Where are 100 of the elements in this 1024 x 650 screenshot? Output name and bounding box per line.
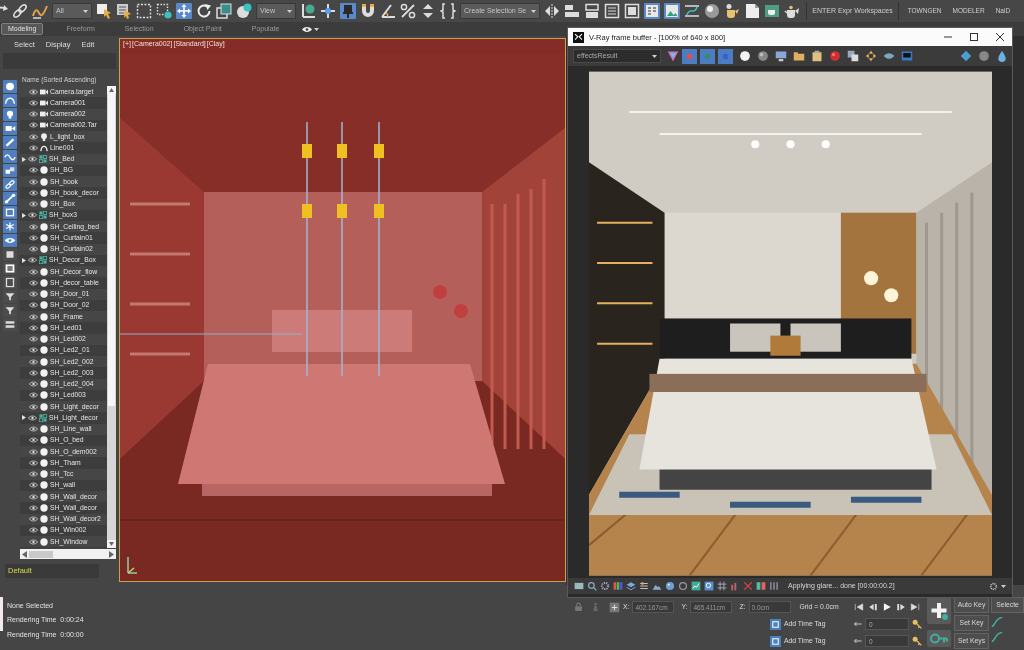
magnet-icon[interactable] — [360, 3, 376, 19]
eye-icon[interactable] — [29, 471, 38, 478]
percent-icon[interactable] — [400, 3, 416, 19]
screen-icon[interactable] — [901, 50, 913, 62]
expand-arrow-icon[interactable] — [22, 156, 26, 162]
clipboard-icon[interactable] — [811, 50, 823, 62]
cross-icon[interactable] — [743, 581, 753, 591]
plus-icon[interactable] — [927, 597, 951, 624]
list-cursor-icon[interactable] — [116, 3, 132, 19]
curve-icon[interactable] — [991, 631, 1003, 643]
overlapping-squares-icon[interactable] — [847, 50, 859, 62]
eye-icon[interactable] — [29, 144, 38, 151]
eye-icon[interactable] — [29, 347, 38, 354]
bone-icon[interactable] — [3, 192, 17, 205]
eye-icon[interactable] — [29, 122, 38, 129]
eye-icon[interactable] — [29, 336, 38, 343]
arch-icon[interactable] — [3, 94, 17, 107]
key-icon[interactable] — [912, 636, 922, 646]
monitor-icon[interactable] — [775, 50, 787, 62]
sphere-icon[interactable] — [829, 50, 841, 62]
screen-icon[interactable] — [574, 581, 584, 591]
eye-icon[interactable] — [29, 392, 38, 399]
eye-icon[interactable] — [29, 448, 38, 455]
eye-icon[interactable] — [29, 268, 38, 275]
layers-icon[interactable] — [626, 581, 636, 591]
channel-toggle-icon[interactable] — [718, 48, 733, 64]
eye-icon[interactable] — [29, 223, 38, 230]
eye-icon[interactable] — [29, 167, 38, 174]
window-icon[interactable] — [624, 3, 641, 19]
scroll-right-icon[interactable] — [109, 550, 114, 558]
eye-icon[interactable] — [29, 279, 38, 286]
channel-toggle-icon[interactable] — [682, 48, 697, 64]
window-icon[interactable] — [3, 262, 17, 275]
cursor-square-icon[interactable] — [96, 3, 112, 19]
slash-icon[interactable] — [3, 136, 17, 149]
spheres-icon[interactable] — [236, 3, 252, 19]
sliders-icon[interactable] — [639, 581, 649, 591]
step-back-icon[interactable] — [868, 602, 878, 612]
pin-icon[interactable] — [340, 3, 356, 19]
eye-icon[interactable] — [28, 414, 37, 421]
eye-icon[interactable] — [29, 111, 38, 118]
list-window-icon[interactable] — [604, 3, 621, 19]
squares-icon[interactable] — [3, 164, 17, 177]
skip-end-icon[interactable] — [910, 602, 920, 612]
list-panel-icon[interactable] — [644, 3, 661, 19]
sphere-icon[interactable] — [704, 3, 721, 19]
eye-icon[interactable] — [29, 133, 38, 140]
crossed-arrows-icon[interactable] — [865, 50, 877, 62]
droplet-icon[interactable] — [996, 50, 1008, 62]
eye-icon[interactable] — [29, 437, 38, 444]
color-bars-icon[interactable] — [613, 581, 623, 591]
eye-icon[interactable] — [29, 538, 38, 545]
chart-icon[interactable] — [691, 581, 701, 591]
eye-icon[interactable] — [29, 178, 38, 185]
channel-toggle-icon[interactable] — [700, 48, 715, 64]
square-tile-icon[interactable] — [770, 618, 781, 630]
ring-icon[interactable] — [678, 581, 688, 591]
eye-icon[interactable] — [29, 246, 38, 253]
dotted-ring-icon[interactable] — [989, 581, 998, 591]
eye-icon[interactable] — [28, 156, 37, 163]
eye-icon[interactable] — [29, 88, 38, 95]
maximize-icon[interactable] — [970, 33, 978, 41]
squiggle-icon[interactable] — [32, 3, 48, 19]
wave-icon[interactable] — [3, 150, 17, 163]
corner-dot-icon[interactable] — [300, 3, 316, 19]
rotate-icon[interactable] — [196, 3, 212, 19]
stacked-panels-icon[interactable] — [584, 3, 601, 19]
teapot-icon[interactable] — [784, 3, 801, 19]
play-icon[interactable] — [882, 602, 892, 612]
horizontal-scrollbar[interactable] — [20, 549, 116, 559]
eye-icon[interactable] — [29, 189, 38, 196]
eye-icon[interactable] — [3, 234, 17, 247]
bulb-icon[interactable] — [3, 108, 17, 121]
teapot-icon[interactable] — [724, 3, 741, 19]
scrollbar-thumb[interactable] — [29, 550, 53, 558]
expand-arrow-icon[interactable] — [22, 415, 26, 421]
squares-icon[interactable] — [216, 3, 232, 19]
align-icon[interactable] — [564, 3, 581, 19]
link-icon[interactable] — [3, 178, 17, 191]
dotted-square-icon[interactable] — [156, 3, 172, 19]
vertical-scrollbar[interactable] — [107, 86, 116, 548]
teapot-image-icon[interactable] — [764, 3, 781, 19]
eye-icon[interactable] — [29, 493, 38, 500]
eye-icon[interactable] — [29, 381, 38, 388]
sheet-icon[interactable] — [744, 3, 761, 19]
lens-icon[interactable] — [883, 50, 895, 62]
arrow-left-icon[interactable] — [854, 637, 862, 645]
eye-icon[interactable] — [29, 516, 38, 523]
eye-icon[interactable] — [29, 527, 38, 534]
key-icon[interactable] — [912, 619, 922, 629]
two-bars-icon[interactable] — [756, 581, 766, 591]
scroll-up-icon[interactable] — [107, 86, 116, 94]
eye-icon[interactable] — [29, 302, 38, 309]
arrow-left-icon[interactable] — [854, 620, 862, 628]
eye-icon[interactable] — [29, 234, 38, 241]
eye-icon[interactable] — [28, 212, 37, 219]
curve-icon[interactable] — [991, 616, 1003, 628]
curve-icon[interactable] — [684, 3, 701, 19]
plus-square-icon[interactable] — [609, 601, 620, 613]
funnel-icon[interactable] — [3, 304, 17, 317]
